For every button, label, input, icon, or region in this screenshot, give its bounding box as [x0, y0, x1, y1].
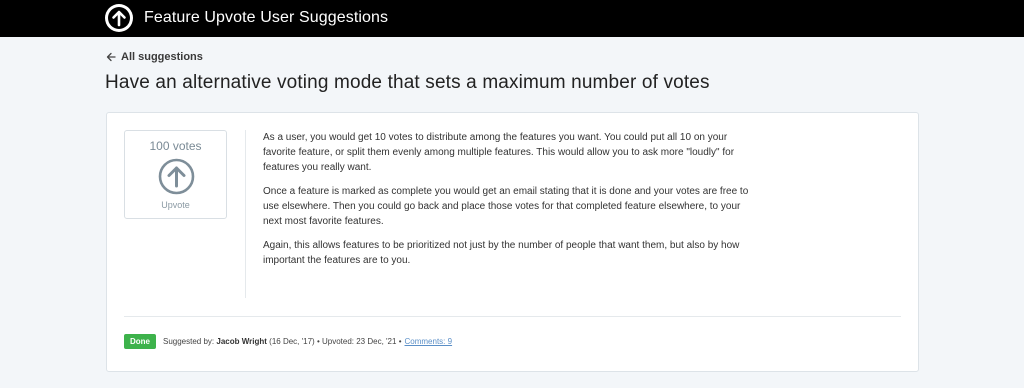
top-bar: Feature Upvote User Suggestions — [0, 0, 1024, 37]
meta-separator: • — [316, 337, 320, 346]
suggested-by-label: Suggested by: — [163, 337, 215, 346]
back-to-suggestions-link[interactable]: All suggestions — [106, 51, 203, 63]
suggestion-description: As a user, you would get 10 votes to dis… — [263, 130, 751, 277]
suggestion-card: 100 votes Upvote As a user, you would ge… — [106, 112, 919, 372]
suggested-date: (16 Dec, '17) — [269, 337, 315, 346]
meta-separator: • — [398, 337, 402, 346]
vote-count: 100 votes — [149, 139, 202, 153]
upvote-button[interactable]: 100 votes Upvote — [124, 130, 227, 219]
description-paragraph: Once a feature is marked as complete you… — [263, 186, 749, 227]
status-badge: Done — [124, 334, 156, 349]
app-title: Feature Upvote User Suggestions — [144, 9, 389, 26]
author-name: Jacob Wright — [216, 337, 267, 346]
divider — [124, 316, 901, 317]
page-title: Have an alternative voting mode that set… — [105, 72, 710, 93]
arrow-up-circle-icon[interactable] — [104, 3, 134, 33]
arrow-left-icon — [106, 52, 116, 62]
divider — [245, 130, 246, 298]
description-paragraph: As a user, you would get 10 votes to dis… — [263, 132, 735, 173]
description-paragraph: Again, this allows features to be priori… — [263, 240, 740, 266]
arrow-up-circle-icon[interactable] — [158, 158, 195, 195]
upvoted-date: Upvoted: 23 Dec, '21 — [321, 337, 397, 346]
upvote-label: Upvote — [161, 200, 190, 210]
back-link-label[interactable]: All suggestions — [121, 51, 203, 63]
comments-link[interactable]: Comments: 9 — [405, 337, 453, 346]
suggestion-meta: Done Suggested by: Jacob Wright (16 Dec,… — [124, 334, 452, 349]
